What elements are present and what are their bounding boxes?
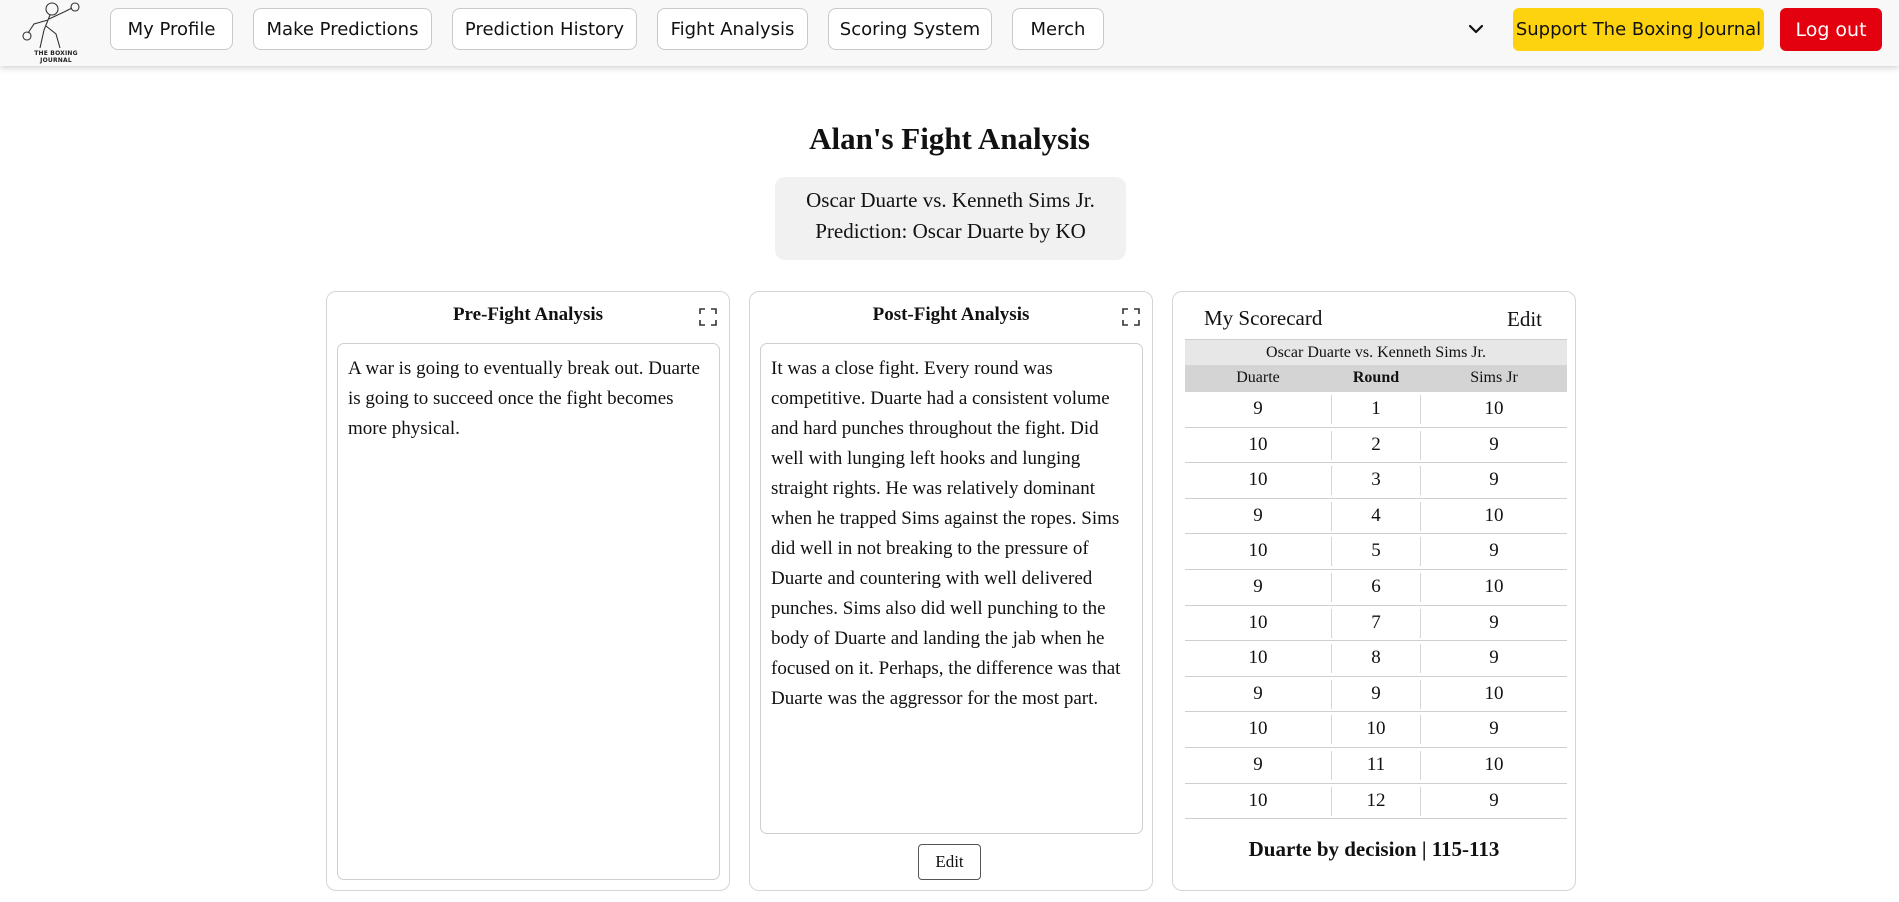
pre-fight-card: Pre-Fight Analysis A war is going to eve… xyxy=(326,291,730,891)
site-logo[interactable]: THE BOXING JOURNAL xyxy=(20,0,92,64)
duarte-score: 9 xyxy=(1253,575,1263,597)
duarte-score: 9 xyxy=(1253,398,1263,419)
sims-score: 10 xyxy=(1484,753,1504,775)
post-fight-title: Post-Fight Analysis xyxy=(872,304,1030,325)
navbar: THE BOXING JOURNAL My Profile Make Predi… xyxy=(0,0,1899,66)
sims-score: 10 xyxy=(1484,575,1504,597)
fight-prediction: Prediction: Oscar Duarte by KO xyxy=(815,219,1086,243)
nav-my-profile[interactable]: My Profile xyxy=(110,8,233,50)
round-number: 7 xyxy=(1331,608,1421,638)
table-row: 10 7 9 xyxy=(1185,606,1567,642)
fight-matchup: Oscar Duarte vs. Kenneth Sims Jr. xyxy=(806,188,1095,212)
table-row: 9 11 10 xyxy=(1185,748,1567,784)
table-row: 9 1 10 xyxy=(1185,392,1567,428)
table-row: 9 9 10 xyxy=(1185,677,1567,713)
sims-score: 9 xyxy=(1489,789,1499,811)
round-number: 11 xyxy=(1331,750,1421,780)
table-row: 9 6 10 xyxy=(1185,570,1567,606)
sims-score: 9 xyxy=(1489,540,1499,562)
scorecard-column-headers: Duarte Round Sims Jr xyxy=(1185,365,1567,392)
round-number: 3 xyxy=(1331,466,1421,496)
round-number: 12 xyxy=(1331,786,1421,816)
table-row: 10 2 9 xyxy=(1185,428,1567,464)
logout-button[interactable]: Log out xyxy=(1780,8,1882,51)
scorecard-rows: 9 1 10 10 2 9 10 3 9 9 4 10 10 5 9 9 6 10 10 7 9 10 8 9 9 9 10 10 10… xyxy=(1185,392,1567,820)
duarte-score: 10 xyxy=(1248,540,1268,562)
edit-post-analysis-button[interactable]: Edit xyxy=(918,844,981,880)
duarte-score: 10 xyxy=(1248,718,1268,740)
sims-score: 10 xyxy=(1484,398,1504,419)
round-number: 1 xyxy=(1331,395,1421,424)
round-number: 6 xyxy=(1331,572,1421,602)
pre-fight-title: Pre-Fight Analysis xyxy=(452,304,604,325)
duarte-score: 10 xyxy=(1248,789,1268,811)
scorecard-result: Duarte by decision | 115-113 xyxy=(1248,837,1500,861)
expand-icon[interactable] xyxy=(1122,308,1140,326)
round-number: 4 xyxy=(1331,501,1421,531)
header-round: Round xyxy=(1352,369,1400,386)
duarte-score: 10 xyxy=(1248,611,1268,633)
duarte-score: 10 xyxy=(1248,469,1268,491)
nav-prediction-history[interactable]: Prediction History xyxy=(452,8,637,50)
pre-fight-text: A war is going to eventually break out. … xyxy=(337,343,720,880)
nav-fight-analysis[interactable]: Fight Analysis xyxy=(657,8,808,50)
table-row: 10 10 9 xyxy=(1185,712,1567,748)
logo-text: THE BOXING JOURNAL xyxy=(34,50,78,64)
table-row: 10 3 9 xyxy=(1185,463,1567,499)
header-sims: Sims Jr xyxy=(1470,369,1518,386)
support-button[interactable]: Support The Boxing Journal xyxy=(1513,8,1764,51)
round-number: 2 xyxy=(1331,430,1421,460)
post-fight-text: It was a close fight. Every round was co… xyxy=(760,343,1143,834)
round-number: 5 xyxy=(1331,537,1421,567)
sims-score: 10 xyxy=(1484,504,1504,526)
duarte-score: 9 xyxy=(1253,753,1263,775)
sims-score: 9 xyxy=(1489,469,1499,491)
expand-icon[interactable] xyxy=(699,308,717,326)
sims-score: 9 xyxy=(1489,611,1499,633)
table-row: 10 5 9 xyxy=(1185,534,1567,570)
scorecard-title: My Scorecard xyxy=(1204,306,1323,330)
fight-summary-box: Oscar Duarte vs. Kenneth Sims Jr. Predic… xyxy=(775,177,1126,260)
page-title: Alan's Fight Analysis xyxy=(809,121,1090,156)
boxer-logo-icon xyxy=(22,2,80,49)
table-row: 9 4 10 xyxy=(1185,499,1567,535)
round-number: 8 xyxy=(1331,644,1421,674)
nav-scoring-system[interactable]: Scoring System xyxy=(828,8,992,50)
sims-score: 9 xyxy=(1489,647,1499,669)
nav-merch[interactable]: Merch xyxy=(1012,8,1104,50)
sims-score: 9 xyxy=(1489,433,1499,455)
nav-make-predictions[interactable]: Make Predictions xyxy=(253,8,432,50)
duarte-score: 10 xyxy=(1248,433,1268,455)
duarte-score: 9 xyxy=(1253,682,1263,704)
post-fight-card: Post-Fight Analysis It was a close fight… xyxy=(749,291,1153,891)
edit-scorecard-button[interactable]: Edit xyxy=(1507,307,1542,332)
scorecard-card: My Scorecard Edit Oscar Duarte vs. Kenne… xyxy=(1172,291,1576,891)
sims-score: 10 xyxy=(1484,682,1504,704)
round-number: 10 xyxy=(1331,715,1421,745)
sims-score: 9 xyxy=(1489,718,1499,740)
round-number: 9 xyxy=(1331,679,1421,709)
table-row: 10 8 9 xyxy=(1185,641,1567,677)
header-duarte: Duarte xyxy=(1236,369,1280,386)
chevron-down-icon[interactable] xyxy=(1465,18,1487,40)
duarte-score: 10 xyxy=(1248,647,1268,669)
scorecard-fight-header: Oscar Duarte vs. Kenneth Sims Jr. xyxy=(1185,339,1567,366)
duarte-score: 9 xyxy=(1253,504,1263,526)
table-row: 10 12 9 xyxy=(1185,784,1567,820)
